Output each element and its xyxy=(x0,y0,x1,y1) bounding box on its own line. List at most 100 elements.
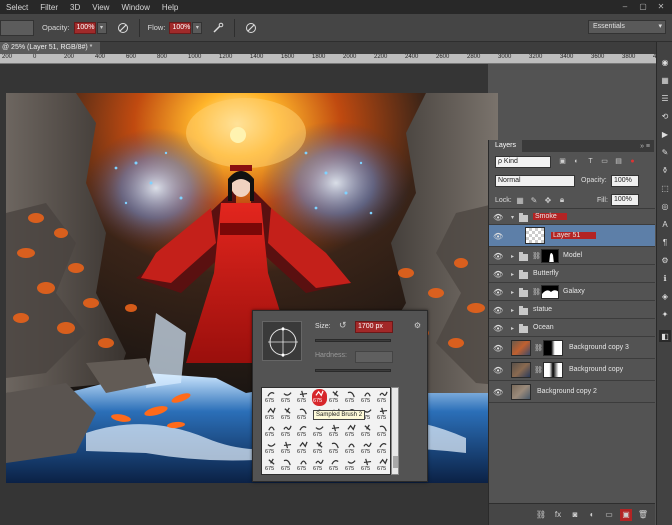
visibility-eye-icon[interactable]: 👁︎ xyxy=(493,213,503,222)
brush-preset[interactable]: 675 xyxy=(376,457,390,474)
panel-menu-icon[interactable]: » ≡ xyxy=(640,143,654,150)
brush-preset[interactable]: 675 xyxy=(344,457,359,474)
brush-preset[interactable]: 675 xyxy=(296,406,311,423)
menu-filter[interactable]: Filter xyxy=(34,3,64,12)
expand-arrow-icon[interactable]: ▾ xyxy=(511,214,514,221)
pressure-size-icon[interactable] xyxy=(243,20,259,36)
brush-preset[interactable]: 675 xyxy=(296,423,311,440)
brush-preset[interactable]: 675 xyxy=(360,389,375,406)
link-icon[interactable]: ⛓︎ xyxy=(532,252,541,260)
tool-preset-dropdown[interactable] xyxy=(0,19,34,36)
flow-field[interactable]: 100% xyxy=(169,21,192,34)
brush-preset-selected[interactable]: 675 xyxy=(312,389,327,406)
lock-position-icon[interactable]: ✥ xyxy=(543,194,553,206)
link-icon[interactable]: ⛓︎ xyxy=(534,366,543,374)
brush-preset[interactable]: 675 xyxy=(264,389,279,406)
layer-row[interactable]: 👁︎ ▾ Smoke xyxy=(489,209,655,225)
brush-preset[interactable]: 675 xyxy=(360,440,375,457)
layer-opacity-field[interactable]: 100% xyxy=(611,175,639,187)
brush-preset[interactable]: 675 xyxy=(280,389,295,406)
layer-row[interactable]: 👁︎ ▸ Butterfly xyxy=(489,265,655,283)
visibility-eye-icon[interactable]: 👁︎ xyxy=(493,344,503,353)
lock-transparency-icon[interactable]: ▦ xyxy=(515,194,525,206)
brush-preset[interactable]: 675 xyxy=(280,423,295,440)
brush-preset[interactable]: 675 xyxy=(280,457,295,474)
layer-row-selected[interactable]: 👁︎ Layer 51 xyxy=(489,225,655,247)
visibility-eye-icon[interactable]: 👁︎ xyxy=(493,288,503,297)
blend-mode-select[interactable]: Normal xyxy=(495,175,575,187)
expand-arrow-icon[interactable]: ▸ xyxy=(511,253,514,260)
brush-preset[interactable]: 675 xyxy=(376,406,390,423)
brush-preset[interactable]: 675 xyxy=(312,440,327,457)
brush-preset[interactable]: 675 xyxy=(312,457,327,474)
layer-row[interactable]: 👁︎ ▸ ⛓︎ Model xyxy=(489,247,655,265)
size-slider[interactable] xyxy=(315,339,391,342)
opacity-field[interactable]: 100% xyxy=(73,21,96,34)
brush-preset[interactable]: 675 xyxy=(296,389,311,406)
expand-arrow-icon[interactable]: ▸ xyxy=(511,271,514,278)
visibility-eye-icon[interactable]: 👁︎ xyxy=(493,324,503,333)
expand-arrow-icon[interactable]: ▸ xyxy=(511,325,514,332)
brush-preset[interactable]: 675 xyxy=(312,423,327,440)
layers-icon[interactable]: ◧ xyxy=(659,330,671,342)
paragraph-icon[interactable]: ¶ xyxy=(659,236,671,248)
layer-row[interactable]: 👁︎ Background copy 2 xyxy=(489,381,655,403)
layer-row[interactable]: 👁︎ ▸ statue xyxy=(489,301,655,319)
brush-preset[interactable]: 675 xyxy=(360,457,375,474)
layer-kind-filter[interactable]: ρ Kind xyxy=(495,156,551,168)
workspace-switcher[interactable]: Essentials xyxy=(588,20,666,34)
new-layer-icon[interactable]: ▣ xyxy=(620,508,632,521)
lock-all-icon[interactable]: 🔒︎ xyxy=(557,194,567,206)
brush-preset[interactable]: 675 xyxy=(376,423,390,440)
brush-preset[interactable]: 675 xyxy=(328,423,343,440)
link-icon[interactable]: ⛓︎ xyxy=(534,344,543,352)
reset-size-icon[interactable]: ↺ xyxy=(339,320,347,331)
close-button[interactable]: ✕ xyxy=(654,1,668,12)
brush-preset[interactable]: 675 xyxy=(264,457,279,474)
brush-preset[interactable]: 675 xyxy=(296,440,311,457)
visibility-eye-icon[interactable]: 👁︎ xyxy=(493,252,503,261)
brush-options-gear-icon[interactable]: ⚙ xyxy=(414,321,421,330)
expand-arrow-icon[interactable]: ▸ xyxy=(511,289,514,296)
layer-row[interactable]: 👁︎ ⛓︎ Background copy 3 xyxy=(489,337,655,359)
brush-preset-grid[interactable]: 675 675 675 675 675 675 675 675 675 675 675 675 675 6… xyxy=(261,387,391,475)
layer-row[interactable]: 👁︎ ⛓︎ Background copy xyxy=(489,359,655,381)
layer-style-fx-icon[interactable]: fx xyxy=(552,509,564,521)
flow-dropdown-icon[interactable]: ▾ xyxy=(192,21,203,34)
layer-mask-thumbnail[interactable] xyxy=(543,340,563,356)
brush-preset[interactable]: 675 xyxy=(344,389,359,406)
brush-preset[interactable]: 675 xyxy=(280,440,295,457)
menu-3d[interactable]: 3D xyxy=(64,3,86,12)
brush-preset[interactable]: 675 xyxy=(344,423,359,440)
brush-preset[interactable]: 675 xyxy=(328,457,343,474)
hardness-field[interactable] xyxy=(355,351,393,363)
size-field[interactable]: 1700 px xyxy=(355,321,393,333)
visibility-eye-icon[interactable]: 👁︎ xyxy=(493,388,503,397)
smart-filter-icon[interactable]: ▤ xyxy=(613,155,624,167)
brush-preset[interactable]: 675 xyxy=(264,440,279,457)
tool-presets-icon[interactable]: ⬚ xyxy=(659,182,671,194)
info-icon[interactable]: ℹ xyxy=(659,272,671,284)
layer-row[interactable]: 👁︎ ▸ Ocean xyxy=(489,319,655,337)
brush-preset[interactable]: 675 xyxy=(376,440,390,457)
menu-view[interactable]: View xyxy=(86,3,115,12)
layer-mask-thumbnail[interactable] xyxy=(541,249,559,263)
color-icon[interactable]: ◎ xyxy=(659,200,671,212)
swatches-icon[interactable]: ▦ xyxy=(659,74,671,86)
brush-preset[interactable]: 675 xyxy=(264,423,279,440)
menu-select[interactable]: Select xyxy=(0,3,34,12)
adjustment-layer-icon[interactable]: ◐ xyxy=(586,509,598,521)
visibility-eye-icon[interactable]: 👁︎ xyxy=(493,270,503,279)
airbrush-icon[interactable] xyxy=(210,20,226,36)
new-group-icon[interactable]: ▭ xyxy=(603,509,615,521)
brush-preset[interactable]: 675 xyxy=(296,457,311,474)
adjustments-icon[interactable]: ☰ xyxy=(659,92,671,104)
brush-panel-icon[interactable]: ✎ xyxy=(659,146,671,158)
paths-icon[interactable]: ✦ xyxy=(659,308,671,320)
expand-arrow-icon[interactable]: ▸ xyxy=(511,307,514,314)
visibility-eye-icon[interactable]: 👁︎ xyxy=(493,306,503,315)
brush-preset[interactable]: 675 xyxy=(280,406,295,423)
history-icon[interactable]: ⟲ xyxy=(659,110,671,122)
link-icon[interactable]: ⛓︎ xyxy=(532,288,541,296)
type-filter-icon[interactable]: T xyxy=(585,155,596,167)
